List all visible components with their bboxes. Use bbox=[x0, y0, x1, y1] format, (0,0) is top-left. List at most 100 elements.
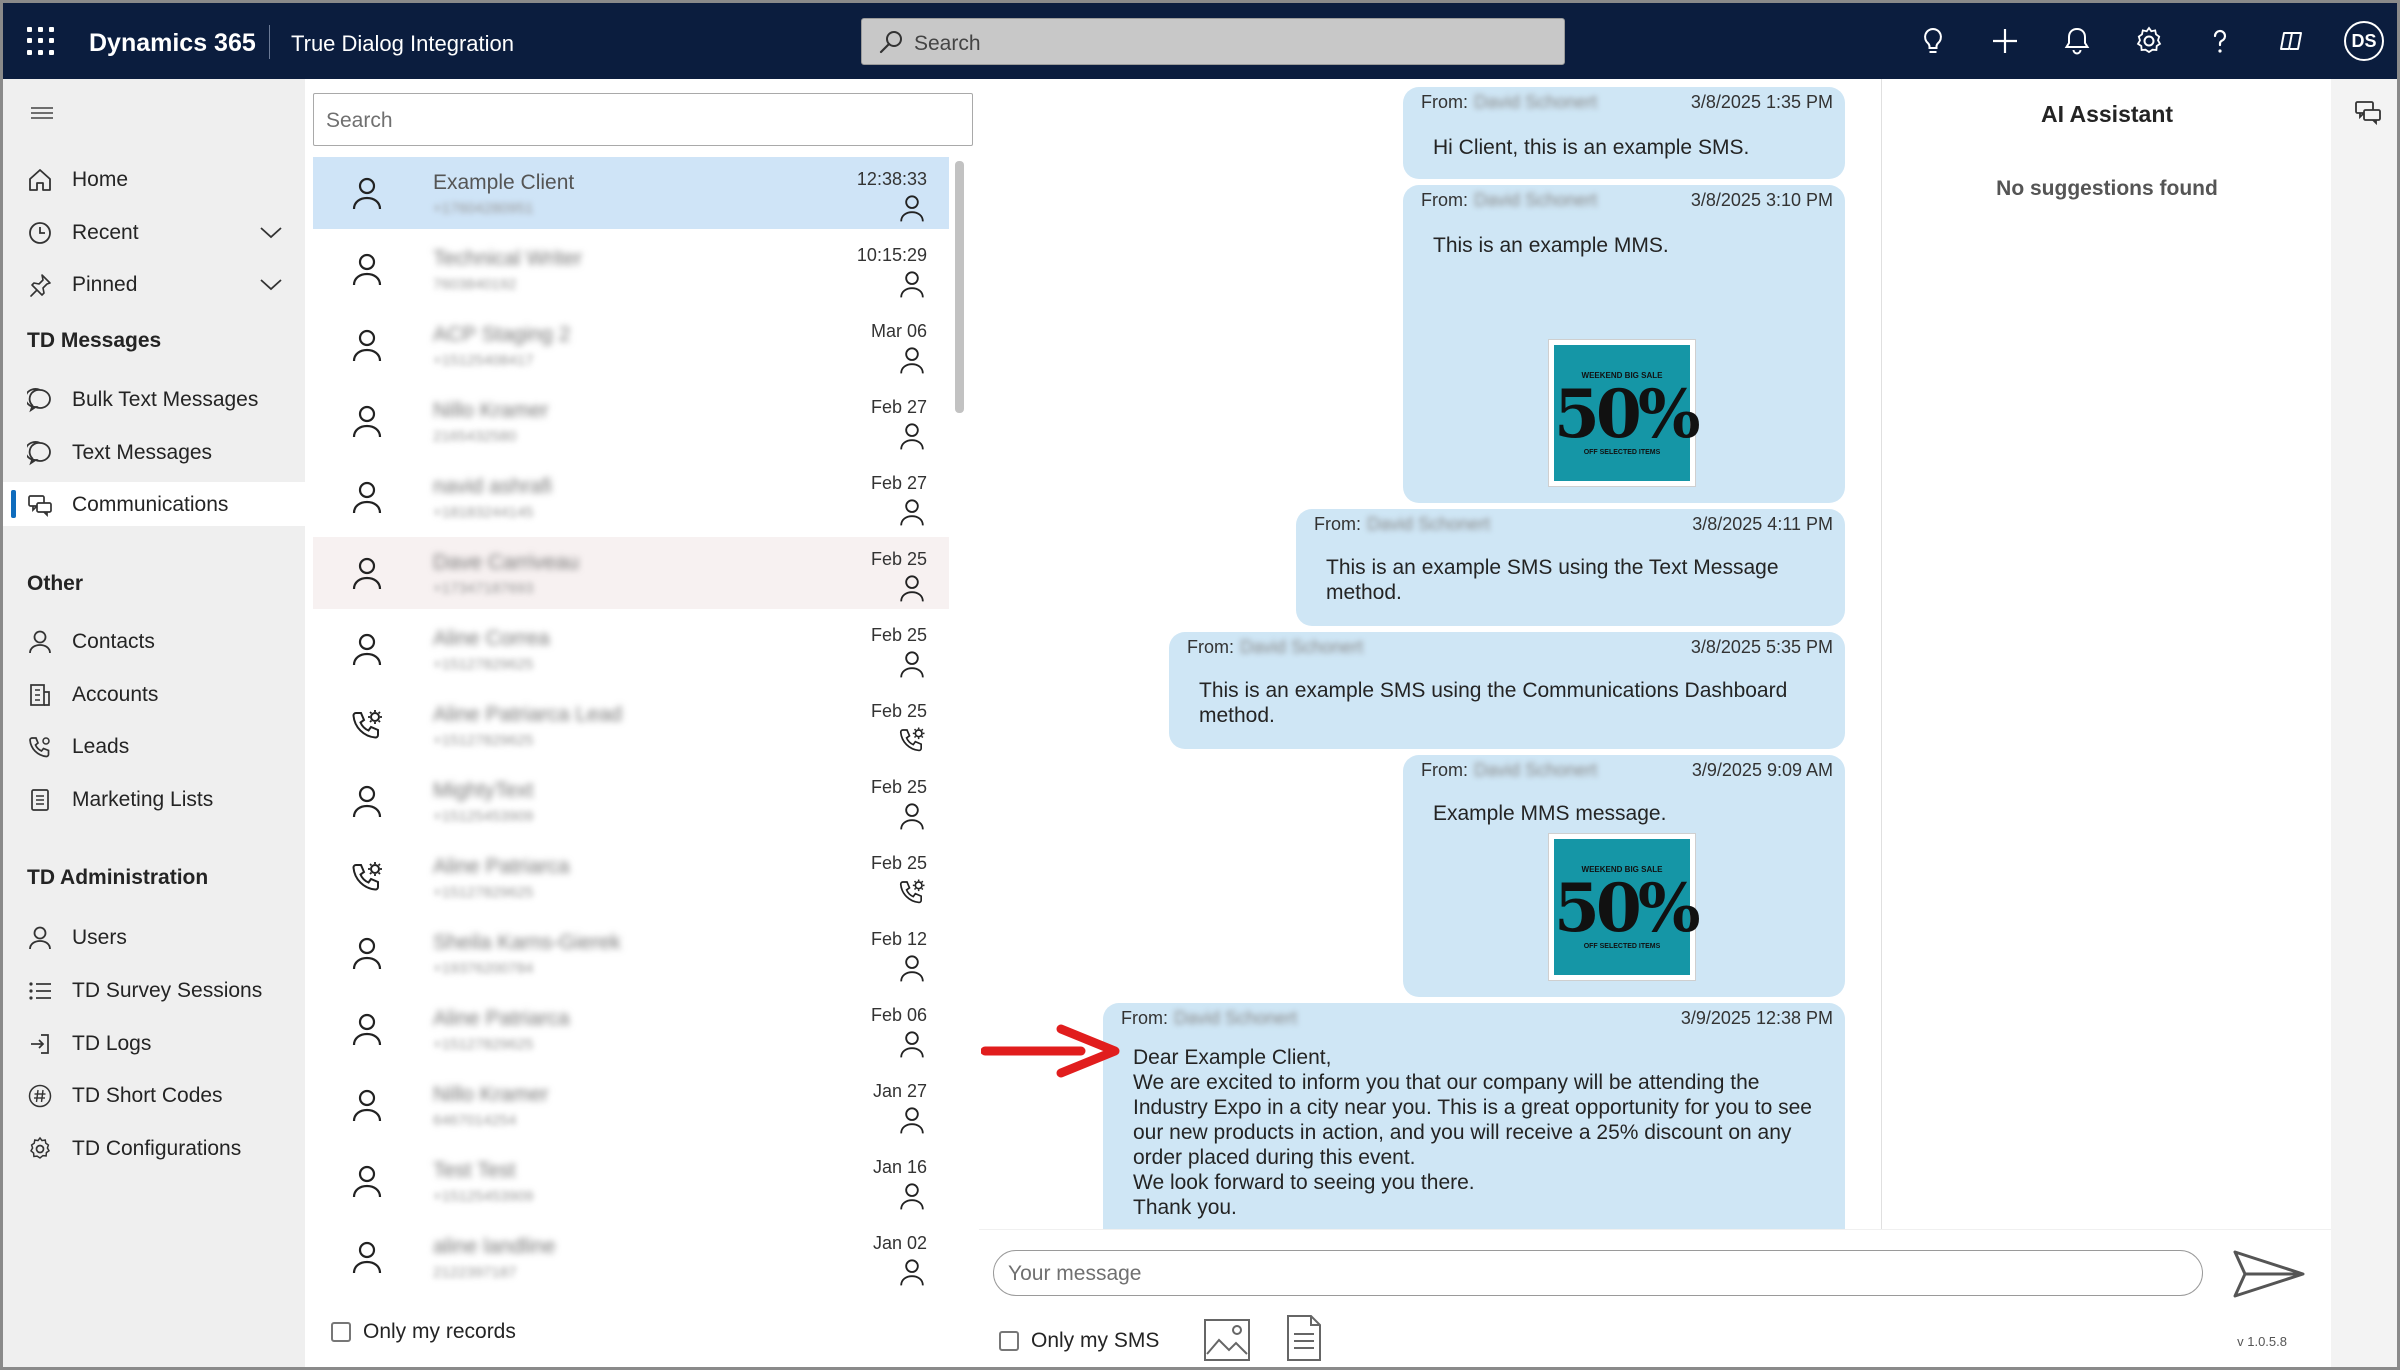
bullet-list-icon bbox=[29, 982, 51, 1000]
mms-image[interactable]: WEEKEND BIG SALE 50% OFF SELECTED ITEMS bbox=[1548, 339, 1701, 487]
from-label: From: bbox=[1314, 514, 1361, 534]
conversation-time: Mar 06 bbox=[870, 321, 927, 341]
conversation-time: Feb 25 bbox=[870, 549, 927, 569]
checkbox-box[interactable] bbox=[999, 1331, 1019, 1352]
conversation-item[interactable]: Dave Carriveau +17347187693 Feb 25 bbox=[313, 537, 949, 609]
nav-item-home[interactable]: Home bbox=[3, 157, 305, 201]
conversation-phone: +15125453909 bbox=[433, 808, 534, 825]
conversation-item[interactable]: Sheila Karns-Gierek +19376200784 Feb 12 bbox=[313, 917, 949, 989]
conversation-phone: +17604280951 bbox=[433, 200, 534, 217]
plus-icon[interactable] bbox=[1989, 25, 2021, 57]
nav-item-text-messages[interactable]: Text Messages bbox=[3, 430, 305, 474]
nav-item-td-short-codes[interactable]: TD Short Codes bbox=[3, 1073, 305, 1117]
conversation-item[interactable]: Technical Writer 7603840192 10:15:29 bbox=[313, 233, 949, 305]
nav-item-bulk-text-messages[interactable]: Bulk Text Messages bbox=[3, 377, 305, 421]
person-icon bbox=[349, 783, 385, 819]
conversation-search-input[interactable]: Search bbox=[313, 93, 973, 146]
message-from: From: David Schonert bbox=[1314, 514, 1490, 535]
only-my-records-checkbox[interactable]: Only my records bbox=[331, 1320, 516, 1344]
person-icon bbox=[29, 926, 51, 950]
communications-icon bbox=[28, 495, 52, 518]
message-bubble: From: David Schonert 3/8/2025 3:10 PM Thi… bbox=[1403, 185, 1845, 503]
message-text: This is an example SMS using the Text Me… bbox=[1326, 556, 1779, 604]
conversation-list-pane: Search Example Client +17604280951 12:38:3… bbox=[305, 79, 979, 1367]
conversation-list-scrollbar[interactable] bbox=[955, 161, 964, 413]
message-input[interactable]: Your message bbox=[993, 1250, 2203, 1296]
conversation-item[interactable]: navid ashrafi +18183244145 Feb 27 bbox=[313, 461, 949, 533]
conversation-item[interactable]: Aline Correa +15127829625 Feb 25 bbox=[313, 613, 949, 685]
conversation-item[interactable]: MightyText +15125453909 Feb 25 bbox=[313, 765, 949, 837]
nav-label: Bulk Text Messages bbox=[72, 388, 259, 411]
conversation-time: Feb 25 bbox=[870, 777, 927, 797]
nav-item-accounts[interactable]: Accounts bbox=[3, 672, 305, 716]
nav-item-td-survey-sessions[interactable]: TD Survey Sessions bbox=[3, 968, 305, 1012]
mms-image[interactable]: WEEKEND BIG SALE 50% OFF SELECTED ITEMS bbox=[1548, 833, 1701, 981]
help-icon[interactable] bbox=[2204, 25, 2236, 57]
attach-image-icon[interactable] bbox=[1203, 1318, 1251, 1362]
nav-item-td-logs[interactable]: TD Logs bbox=[3, 1021, 305, 1065]
bell-icon[interactable] bbox=[2061, 25, 2093, 57]
conversation-item[interactable]: Nillo Kramer 6467014254 Jan 27 bbox=[313, 1069, 949, 1141]
conversation-name: Aline Patriarca bbox=[433, 855, 570, 878]
from-label: From: bbox=[1421, 92, 1468, 112]
conversation-name: MightyText bbox=[433, 779, 534, 802]
mms-image-big-text: 50% bbox=[1554, 869, 1701, 947]
conversation-name: Dave Carriveau bbox=[433, 551, 579, 574]
lightbulb-icon[interactable] bbox=[1917, 25, 1949, 57]
nav-item-contacts[interactable]: Contacts bbox=[3, 619, 305, 663]
nav-item-pinned[interactable]: Pinned bbox=[3, 262, 305, 306]
from-label: From: bbox=[1421, 760, 1468, 780]
communications-icon[interactable] bbox=[2353, 97, 2383, 127]
person-icon bbox=[349, 555, 385, 591]
conversation-item[interactable]: Test Test +15125453909 Jan 16 bbox=[313, 1145, 949, 1217]
app-name[interactable]: True Dialog Integration bbox=[291, 31, 514, 57]
checkbox-box[interactable] bbox=[331, 1322, 351, 1343]
conversation-name: navid ashrafi bbox=[433, 475, 553, 498]
conversation-time: 10:15:29 bbox=[856, 245, 927, 265]
conversation-name: Technical Writer bbox=[433, 247, 582, 270]
compose-area: Your message Only my SMS v 1.0.5.8 bbox=[979, 1229, 2331, 1367]
nav-label: Home bbox=[72, 168, 129, 191]
conversation-item[interactable]: Nillo Kramer 2165432580 Feb 27 bbox=[313, 385, 949, 457]
message-bubble: From: David Schonert 3/8/2025 1:35 PM Hi … bbox=[1403, 87, 1845, 179]
person-icon bbox=[349, 1011, 385, 1047]
conversation-name: Test Test bbox=[433, 1159, 516, 1182]
user-avatar[interactable]: DS bbox=[2344, 21, 2384, 61]
conversation-name: Aline Patriarca bbox=[433, 1007, 570, 1030]
copilot-icon[interactable] bbox=[2275, 25, 2307, 57]
conversation-phone: +15127829625 bbox=[433, 1036, 534, 1053]
nav-item-communications[interactable]: Communications bbox=[3, 482, 305, 526]
chevron-down-icon[interactable] bbox=[259, 224, 283, 240]
person-icon bbox=[349, 1087, 385, 1123]
nav-item-leads[interactable]: Leads bbox=[3, 724, 305, 768]
person-icon bbox=[897, 573, 927, 603]
message-sender: David Schonert bbox=[1474, 760, 1598, 780]
conversation-item[interactable]: Example Client +17604280951 12:38:33 bbox=[313, 157, 949, 229]
nav-item-marketing-lists[interactable]: Marketing Lists bbox=[3, 777, 305, 821]
ai-assistant-empty-state: No suggestions found bbox=[1996, 177, 2218, 200]
chevron-down-icon[interactable] bbox=[259, 276, 283, 292]
person-icon bbox=[897, 953, 927, 983]
attach-document-icon[interactable] bbox=[1285, 1314, 1323, 1362]
person-icon bbox=[897, 345, 927, 375]
nav-item-recent[interactable]: Recent bbox=[3, 210, 305, 254]
conversation-item[interactable]: aline landline 2122397187 Jan 02 bbox=[313, 1221, 949, 1293]
send-button[interactable] bbox=[2231, 1248, 2307, 1300]
nav-item-td-configurations[interactable]: TD Configurations bbox=[3, 1126, 305, 1170]
only-my-sms-checkbox[interactable]: Only my SMS bbox=[999, 1329, 1159, 1353]
app-launcher-icon[interactable] bbox=[27, 27, 55, 55]
conversation-item[interactable]: ACP Staging 2 +15125408417 Mar 06 bbox=[313, 309, 949, 381]
conversation-time: Jan 16 bbox=[872, 1157, 927, 1177]
person-icon bbox=[349, 327, 385, 363]
search-icon bbox=[879, 31, 902, 54]
hamburger-menu-icon[interactable] bbox=[31, 106, 53, 120]
conversation-phone: +15127829625 bbox=[433, 884, 534, 901]
conversation-item[interactable]: Aline Patriarca Lead +15127829625 Feb 25 bbox=[313, 689, 949, 761]
conversation-name: Nillo Kramer bbox=[433, 399, 549, 422]
gear-icon[interactable] bbox=[2133, 25, 2165, 57]
global-search-input[interactable]: Search bbox=[861, 18, 1565, 65]
conversation-item[interactable]: Aline Patriarca +15127829625 Feb 06 bbox=[313, 993, 949, 1065]
brand-title[interactable]: Dynamics 365 bbox=[89, 29, 256, 58]
nav-item-users[interactable]: Users bbox=[3, 915, 305, 959]
conversation-item[interactable]: Aline Patriarca +15127829625 Feb 25 bbox=[313, 841, 949, 913]
